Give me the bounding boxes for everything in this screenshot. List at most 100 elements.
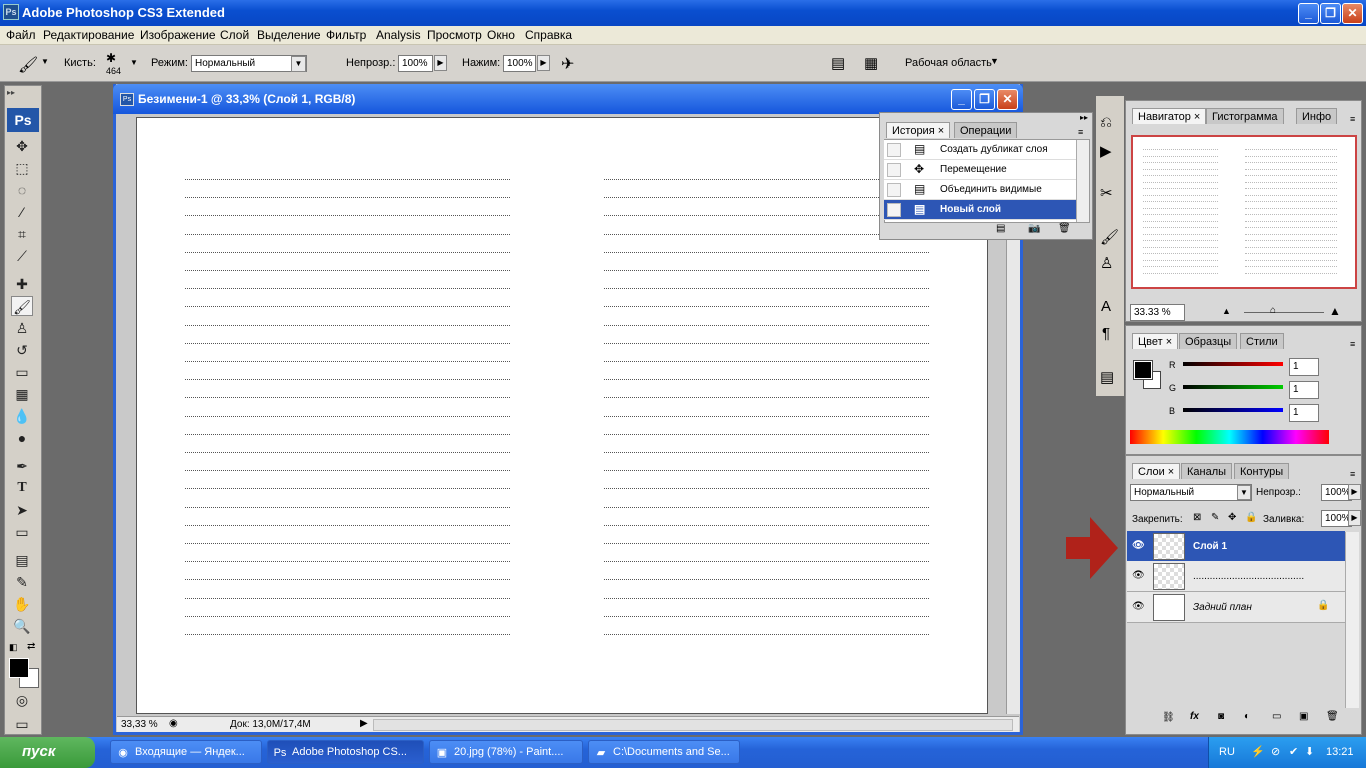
maximize-button[interactable]: ❐ bbox=[1320, 3, 1341, 24]
foreground-color-swatch[interactable] bbox=[9, 658, 29, 678]
history-menu-icon[interactable]: ≡ bbox=[1078, 127, 1083, 137]
menu-filter[interactable]: Фильтр bbox=[326, 28, 366, 42]
tab-navigator[interactable]: Навигатор × bbox=[1132, 108, 1207, 124]
layers-menu-icon[interactable]: ≡ bbox=[1350, 469, 1355, 479]
menu-select[interactable]: Выделение bbox=[257, 28, 321, 42]
tab-layers[interactable]: Слои × bbox=[1132, 463, 1181, 479]
delete-layer-icon[interactable]: 🗑 bbox=[1326, 711, 1339, 722]
airbrush-icon[interactable]: ✈ bbox=[561, 54, 574, 74]
magic-wand-icon[interactable]: ⁄ bbox=[11, 202, 33, 222]
snapshot-checkbox[interactable] bbox=[887, 143, 901, 157]
brushes-panel-icon[interactable]: 🖌 bbox=[1100, 228, 1119, 246]
status-menu-arrow-icon[interactable]: ▶ bbox=[360, 718, 368, 729]
foreground-swatch[interactable] bbox=[1133, 360, 1153, 380]
collapse-icon[interactable]: ▸▸ bbox=[7, 88, 15, 97]
snapshot-checkbox[interactable] bbox=[887, 203, 901, 217]
tab-paths[interactable]: Контуры bbox=[1234, 463, 1290, 479]
clone-stamp-icon[interactable]: ♙ bbox=[11, 318, 33, 338]
brush-preview-icon[interactable]: ✱ bbox=[106, 51, 116, 65]
color-menu-icon[interactable]: ≡ bbox=[1350, 339, 1355, 349]
marquee-tool-icon[interactable]: ⬚ bbox=[11, 158, 33, 178]
visibility-eye-icon[interactable]: 👁 bbox=[1132, 540, 1145, 551]
layer-mask-icon[interactable]: ◙ bbox=[1218, 711, 1224, 722]
history-item-selected[interactable]: ▤ Новый слой bbox=[884, 200, 1076, 220]
tab-info[interactable]: Инфо bbox=[1296, 108, 1338, 124]
doc-close-button[interactable]: ✕ bbox=[997, 89, 1018, 110]
hand-tool-icon[interactable]: ✋ bbox=[11, 594, 33, 614]
history-scrollbar[interactable] bbox=[1076, 140, 1089, 222]
task-button[interactable]: ▰ C:\Documents and Se... bbox=[588, 740, 740, 764]
tab-channels[interactable]: Каналы bbox=[1181, 463, 1233, 479]
menu-view[interactable]: Просмотр bbox=[427, 28, 482, 42]
menu-analysis[interactable]: Analysis bbox=[376, 28, 421, 42]
lock-all-icon[interactable]: 🔒 bbox=[1245, 512, 1257, 523]
mode-select[interactable]: Нормальный bbox=[191, 55, 307, 72]
crop-tool-icon[interactable]: ⌗ bbox=[11, 224, 33, 244]
navigator-preview[interactable] bbox=[1131, 135, 1357, 289]
navigator-menu-icon[interactable]: ≡ bbox=[1350, 114, 1355, 124]
healing-brush-icon[interactable]: ✚ bbox=[11, 274, 33, 294]
horizontal-scrollbar[interactable] bbox=[373, 719, 1013, 731]
zoom-in-icon[interactable]: ▲ bbox=[1329, 304, 1341, 318]
tab-actions[interactable]: Операции bbox=[954, 122, 1018, 138]
task-button-active[interactable]: Ps Adobe Photoshop CS... bbox=[267, 740, 424, 764]
status-icon[interactable]: ◉ bbox=[169, 718, 178, 729]
g-input[interactable]: 1 bbox=[1289, 381, 1319, 399]
path-selection-icon[interactable]: ➤ bbox=[11, 500, 33, 520]
brush-dropdown-icon[interactable]: ▼ bbox=[130, 58, 138, 67]
history-panel-icon[interactable]: ⎌ bbox=[1100, 114, 1112, 131]
r-input[interactable]: 1 bbox=[1289, 358, 1319, 376]
menu-window[interactable]: Окно bbox=[487, 28, 515, 42]
slice-tool-icon[interactable]: ⟋ bbox=[11, 246, 33, 266]
swap-colors-icon[interactable]: ⇄ bbox=[27, 641, 35, 652]
layer-row[interactable]: 👁 ......................................… bbox=[1127, 561, 1345, 592]
layer-opacity-arrow[interactable]: ▶ bbox=[1348, 484, 1361, 500]
visibility-eye-icon[interactable]: 👁 bbox=[1132, 570, 1145, 581]
tray-icon[interactable]: ⊘ bbox=[1271, 745, 1280, 758]
blend-mode-select[interactable]: Нормальный bbox=[1130, 484, 1252, 501]
tool-preset-dropdown-icon[interactable]: ▼ bbox=[41, 57, 49, 66]
gradient-tool-icon[interactable]: ▦ bbox=[11, 384, 33, 404]
tab-histogram[interactable]: Гистограмма bbox=[1206, 108, 1284, 124]
snapshot-checkbox[interactable] bbox=[887, 183, 901, 197]
minimize-button[interactable]: _ bbox=[1298, 3, 1319, 24]
task-button[interactable]: ▣ 20.jpg (78%) - Paint.... bbox=[429, 740, 583, 764]
doc-maximize-button[interactable]: ❐ bbox=[974, 89, 995, 110]
blend-dropdown-icon[interactable]: ▼ bbox=[1237, 485, 1251, 500]
tab-styles[interactable]: Стили bbox=[1240, 333, 1284, 349]
history-brush-icon[interactable]: ↺ bbox=[11, 340, 33, 360]
tool-presets-icon[interactable]: ✂ bbox=[1100, 184, 1113, 202]
delete-state-icon[interactable]: 🗑 bbox=[1058, 223, 1071, 234]
actions-panel-icon[interactable]: ▶ bbox=[1100, 142, 1112, 160]
type-tool-icon[interactable]: T bbox=[11, 478, 33, 498]
paragraph-panel-icon[interactable]: ¶ bbox=[1102, 325, 1110, 342]
color-spectrum-bar[interactable] bbox=[1130, 430, 1329, 444]
eraser-tool-icon[interactable]: ▭ bbox=[11, 362, 33, 382]
flow-slider-button[interactable]: ▶ bbox=[537, 55, 550, 71]
pen-tool-icon[interactable]: ✒ bbox=[11, 456, 33, 476]
visibility-eye-icon[interactable]: 👁 bbox=[1132, 601, 1145, 612]
opacity-input[interactable]: 100% bbox=[398, 55, 433, 72]
tab-color[interactable]: Цвет × bbox=[1132, 333, 1179, 349]
menu-edit[interactable]: Редактирование bbox=[43, 28, 134, 42]
zoom-slider[interactable] bbox=[1244, 312, 1324, 313]
flow-input[interactable]: 100% bbox=[503, 55, 536, 72]
menu-layer[interactable]: Слой bbox=[220, 28, 249, 42]
zoom-tool-icon[interactable]: 🔍 bbox=[11, 616, 33, 636]
close-button[interactable]: ✕ bbox=[1342, 3, 1363, 24]
layer-row[interactable]: 👁 Задний план 🔒 bbox=[1127, 592, 1345, 623]
fill-arrow[interactable]: ▶ bbox=[1348, 510, 1361, 526]
doc-minimize-button[interactable]: _ bbox=[951, 89, 972, 110]
menu-help[interactable]: Справка bbox=[525, 28, 572, 42]
new-layer-icon[interactable]: ▣ bbox=[1299, 711, 1308, 722]
lock-position-icon[interactable]: ✥ bbox=[1228, 512, 1236, 523]
workspace-dropdown-icon[interactable]: ▼ bbox=[990, 56, 999, 66]
history-collapse-icon[interactable]: ▸▸ bbox=[1080, 113, 1088, 122]
new-group-icon[interactable]: ▭ bbox=[1272, 711, 1281, 722]
g-slider[interactable] bbox=[1183, 385, 1283, 389]
shape-tool-icon[interactable]: ▭ bbox=[11, 522, 33, 542]
link-layers-icon[interactable]: ⛓ bbox=[1162, 712, 1175, 723]
tray-icon[interactable]: ⬇ bbox=[1305, 745, 1314, 758]
history-item[interactable]: ▤ Объединить видимые bbox=[884, 180, 1076, 200]
opacity-slider-button[interactable]: ▶ bbox=[434, 55, 447, 71]
